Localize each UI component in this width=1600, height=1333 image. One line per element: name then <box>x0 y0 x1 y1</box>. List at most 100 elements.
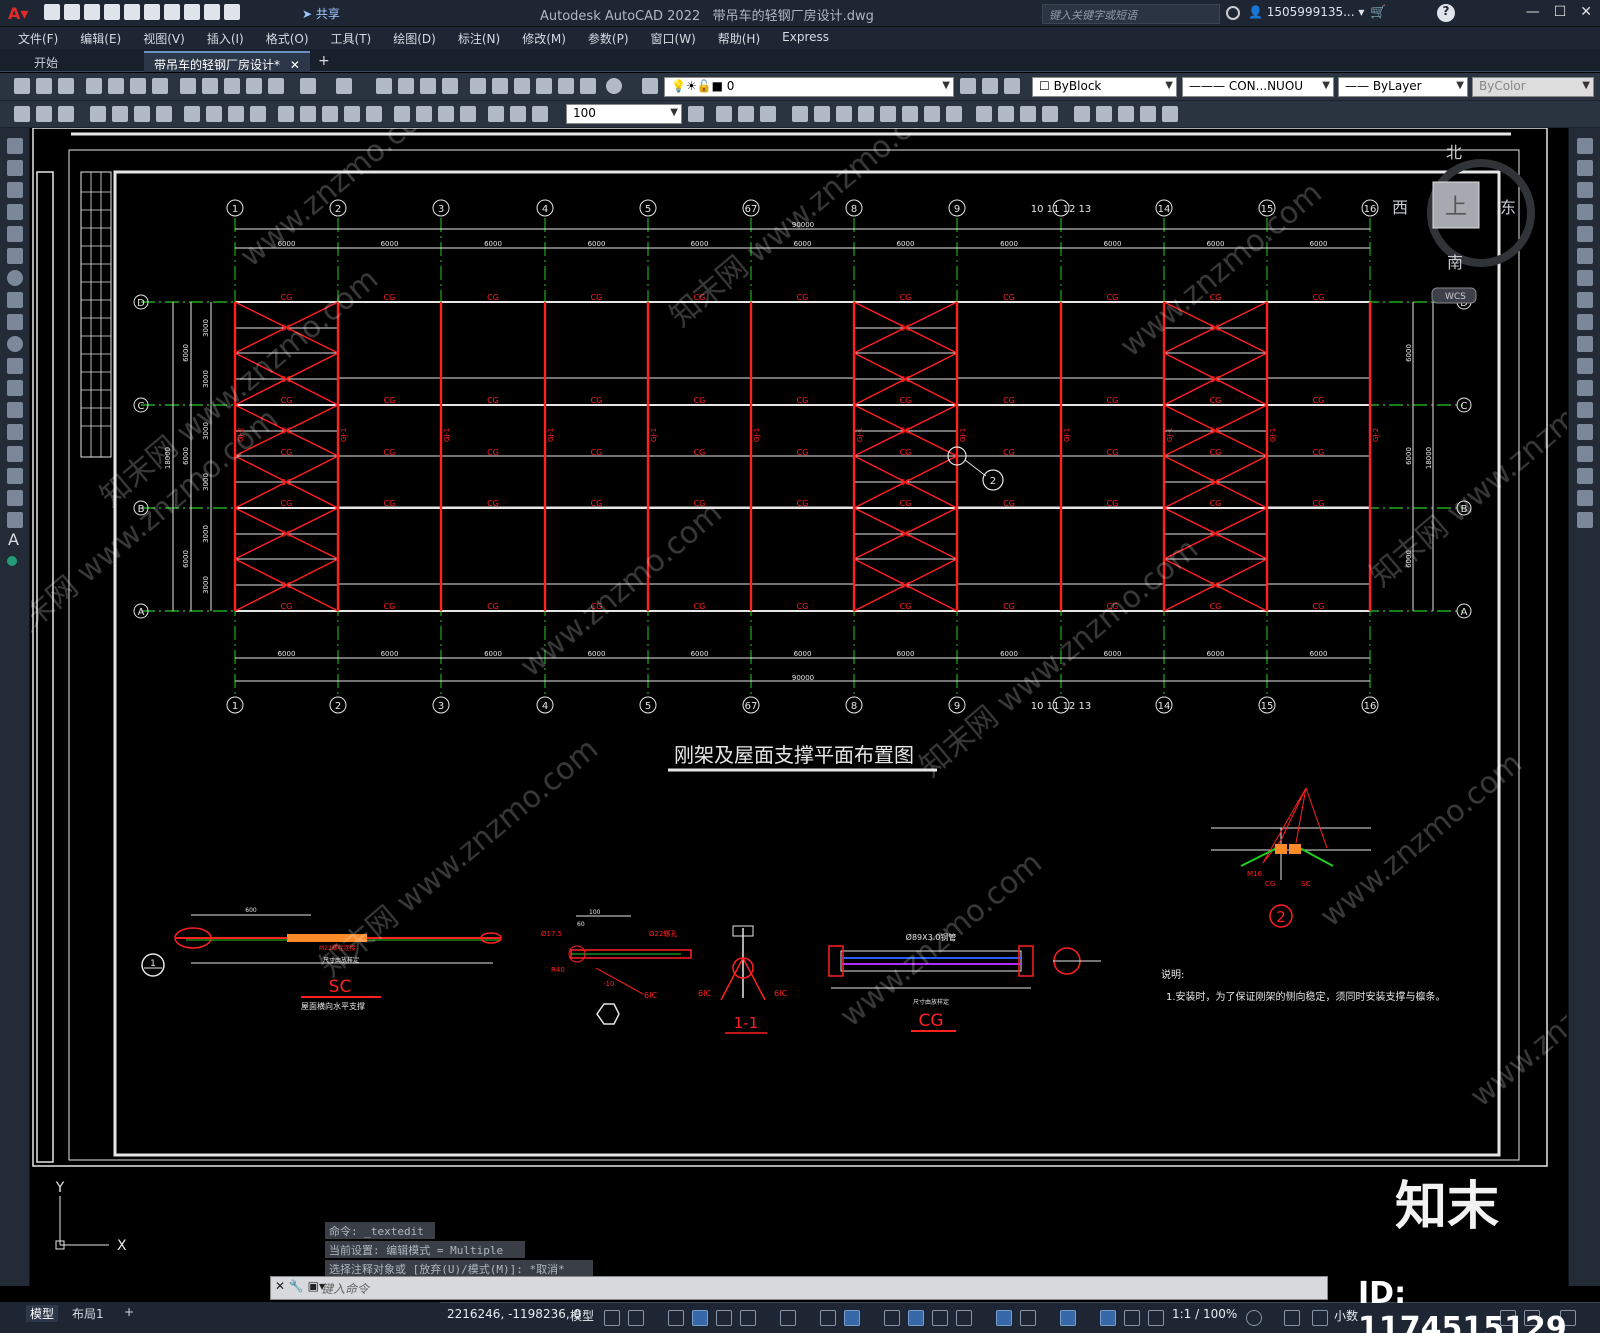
save-file-icon[interactable] <box>58 78 74 94</box>
viewcube[interactable]: 上 北 南 西 东 WCS <box>1392 143 1535 304</box>
snap-icon[interactable] <box>628 1310 644 1326</box>
stretch-r-icon[interactable] <box>1577 314 1593 330</box>
undo-icon[interactable] <box>184 4 200 20</box>
layer-dropdown[interactable]: 💡☀🔓■ 0 ▼ <box>664 77 954 97</box>
units-icon[interactable] <box>1312 1310 1328 1326</box>
plotstyle-dropdown[interactable]: ByColor ▼ <box>1472 77 1594 97</box>
trim-icon[interactable] <box>902 106 918 122</box>
save-icon[interactable] <box>84 4 100 20</box>
arc-icon[interactable] <box>7 248 23 264</box>
viewcube-south[interactable]: 南 <box>1447 253 1463 272</box>
isodraft-icon[interactable] <box>780 1310 796 1326</box>
fillet-icon[interactable] <box>1020 106 1036 122</box>
mirror-icon[interactable] <box>738 106 754 122</box>
rotate-r-icon[interactable] <box>1577 270 1593 286</box>
share-button[interactable]: ➤ 共享 <box>302 5 340 22</box>
dimarc-icon[interactable] <box>134 106 150 122</box>
insert-icon[interactable] <box>7 380 23 396</box>
gizmo-icon[interactable] <box>1060 1310 1076 1326</box>
circle-icon[interactable] <box>7 270 23 286</box>
grid-icon[interactable] <box>604 1310 620 1326</box>
tab-add-layout[interactable]: + <box>124 1305 134 1319</box>
cart-icon[interactable]: 🛒 <box>1370 5 1386 20</box>
polyline-icon[interactable] <box>7 182 23 198</box>
units-value[interactable]: 小数 <box>1334 1307 1358 1324</box>
ellipse-arc-icon[interactable] <box>7 358 23 374</box>
annotation-scale-icon[interactable] <box>1148 1310 1164 1326</box>
workspace-gear-icon[interactable] <box>1246 1310 1262 1326</box>
tab-model[interactable]: 模型 <box>26 1305 59 1322</box>
cut-icon[interactable] <box>180 78 196 94</box>
layer-previous-icon[interactable] <box>982 78 998 94</box>
blend-icon[interactable] <box>1577 490 1593 506</box>
menu-view[interactable]: 视图(V) <box>132 27 196 49</box>
dimedit-icon[interactable] <box>488 106 504 122</box>
layer-state-icon[interactable] <box>1004 78 1020 94</box>
designcenter-icon[interactable] <box>492 78 508 94</box>
revcloud-icon[interactable] <box>7 292 23 308</box>
extend-r-icon[interactable] <box>1577 358 1593 374</box>
qdim-icon[interactable] <box>278 106 294 122</box>
dimaligned-icon[interactable] <box>112 106 128 122</box>
break-r-icon[interactable] <box>1577 402 1593 418</box>
join-r-icon[interactable] <box>1577 424 1593 440</box>
dimangular-icon[interactable] <box>250 106 266 122</box>
qnew-icon[interactable] <box>14 78 30 94</box>
wblock-icon[interactable] <box>1140 106 1156 122</box>
open-file-icon[interactable] <box>36 78 52 94</box>
point-icon[interactable] <box>7 424 23 440</box>
explode-icon[interactable] <box>1042 106 1058 122</box>
lineweight-icon[interactable] <box>884 1310 900 1326</box>
attdef-icon[interactable] <box>1118 106 1134 122</box>
quickcalc-icon[interactable] <box>580 78 596 94</box>
copy-obj-icon[interactable] <box>716 106 732 122</box>
break-icon[interactable] <box>946 106 962 122</box>
dimjogged-icon[interactable] <box>206 106 222 122</box>
zoom-window-icon[interactable] <box>420 78 436 94</box>
xline-icon[interactable] <box>7 160 23 176</box>
mtext-icon[interactable]: A <box>8 530 19 549</box>
command-input[interactable]: ✕ 🔧 ▣▾ 键入命令 <box>270 1276 1328 1300</box>
inspect-icon[interactable] <box>438 106 454 122</box>
close-icon[interactable]: ✕ <box>1580 4 1592 20</box>
selection-cycling-icon[interactable] <box>932 1310 948 1326</box>
dimscale-dropdown[interactable]: 100 ▼ <box>566 104 682 124</box>
chamfer-icon[interactable] <box>998 106 1014 122</box>
lineweight-dropdown[interactable]: —— ByLayer ▼ <box>1338 77 1468 97</box>
ellipse-icon[interactable] <box>7 336 23 352</box>
menu-tools[interactable]: 工具(T) <box>320 27 383 49</box>
move-r-icon[interactable] <box>1577 248 1593 264</box>
osnap-icon[interactable] <box>844 1310 860 1326</box>
infer-icon[interactable] <box>668 1310 684 1326</box>
help-tb-icon[interactable] <box>606 78 622 94</box>
make-block-icon[interactable] <box>1096 106 1112 122</box>
scale-icon[interactable] <box>858 106 874 122</box>
insert-block-icon[interactable] <box>1074 106 1090 122</box>
search-input[interactable]: 键入关键字或短语 <box>1042 4 1220 24</box>
dimspace-icon[interactable] <box>344 106 360 122</box>
rotate-icon[interactable] <box>836 106 852 122</box>
space-toggle[interactable]: 模型 <box>570 1307 594 1324</box>
polygon-icon[interactable] <box>7 204 23 220</box>
extend-icon[interactable] <box>924 106 940 122</box>
publish-file-icon[interactable] <box>130 78 146 94</box>
open-icon[interactable] <box>64 4 80 20</box>
preview-icon[interactable] <box>108 78 124 94</box>
3dprint-icon[interactable] <box>152 78 168 94</box>
selection-filter-icon[interactable] <box>1020 1310 1036 1326</box>
new-icon[interactable] <box>44 4 60 20</box>
dynamic-input-icon[interactable] <box>692 1310 708 1326</box>
dimbaseline-icon[interactable] <box>300 106 316 122</box>
tab-document[interactable]: 带吊车的轻钢厂房设计* ✕ <box>144 51 310 72</box>
table-icon[interactable] <box>7 512 23 528</box>
search-icon[interactable] <box>1226 6 1240 20</box>
linetype-dropdown[interactable]: ——— CON...NUOU ▼ <box>1182 77 1334 97</box>
maximize-icon[interactable]: ☐ <box>1554 4 1567 20</box>
offset-r-icon[interactable] <box>1577 204 1593 220</box>
break-point-icon[interactable] <box>1577 380 1593 396</box>
menu-dimension[interactable]: 标注(N) <box>447 27 511 49</box>
rectangle-icon[interactable] <box>7 226 23 242</box>
block-icon[interactable] <box>7 402 23 418</box>
array-icon[interactable] <box>792 106 808 122</box>
menu-draw[interactable]: 绘图(D) <box>382 27 447 49</box>
